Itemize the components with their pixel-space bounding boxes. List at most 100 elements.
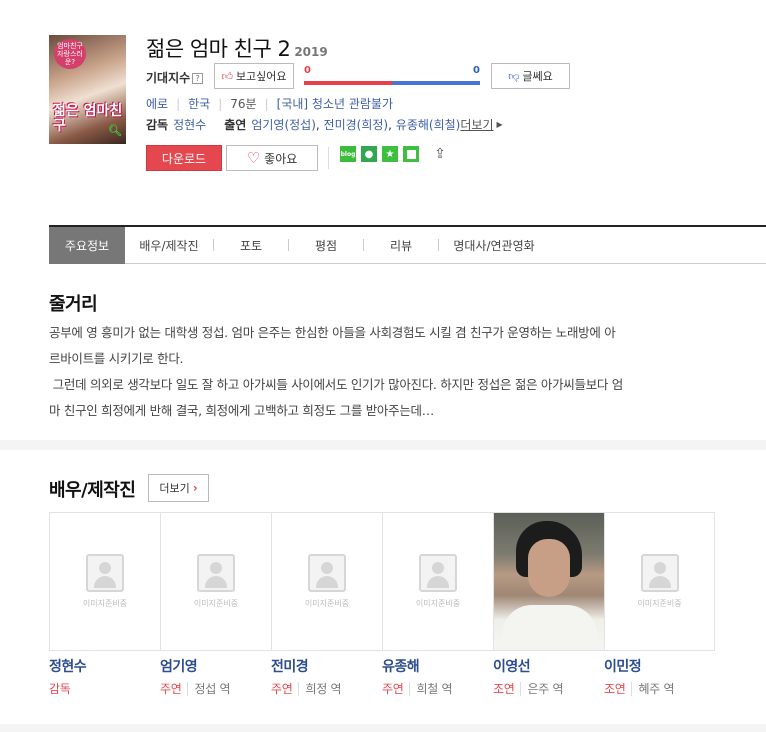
cast-card[interactable]: 이미지준비중 정현수 감독 bbox=[49, 512, 160, 697]
cast-role-line: 주연 정섭 역 bbox=[160, 680, 271, 697]
share-icons: blog ● ★ ⇪ bbox=[340, 146, 448, 162]
age-rating[interactable]: [국내] 청소년 관람불가 bbox=[277, 95, 393, 112]
like-label: 좋아요 bbox=[264, 151, 298, 166]
image-placeholder-text: 이미지준비중 bbox=[193, 599, 239, 608]
director-label: 감독 bbox=[146, 118, 169, 132]
cast-role-line: 감독 bbox=[49, 680, 160, 697]
cast-actor-link[interactable]: 유종해 bbox=[396, 116, 429, 133]
magnify-icon[interactable]: 🔍︎ bbox=[108, 124, 122, 137]
tab-main-info[interactable]: 주요정보 bbox=[49, 227, 125, 264]
square-share-icon[interactable] bbox=[403, 146, 419, 162]
cast-character: 혜주 역 bbox=[631, 682, 675, 696]
cast-character: 은주 역 bbox=[520, 682, 564, 696]
share-icon[interactable]: ⇪ bbox=[432, 146, 448, 162]
cast-role: (희철) bbox=[428, 118, 461, 132]
cast-card[interactable]: 이미지준비중 이민정 조연 혜주 역 bbox=[604, 512, 715, 697]
help-icon[interactable]: ? bbox=[192, 73, 204, 84]
want-to-see-label: 보고싶어요 bbox=[235, 70, 287, 83]
genre-link[interactable]: 에로 bbox=[146, 95, 168, 112]
cast-kind: 조연 bbox=[604, 682, 626, 696]
want-to-see-button[interactable]: 👍︎ 보고싶어요 bbox=[214, 63, 294, 89]
cast-photo-placeholder[interactable]: 이미지준비중 bbox=[271, 512, 382, 651]
synopsis-line: 그런데 의외로 생각보다 일도 잘 하고 아가씨들 사이에서도 인기가 많아진다… bbox=[49, 377, 624, 392]
cast-section-title: 배우/제작진 bbox=[49, 480, 136, 501]
main-tabs: 주요정보 배우/제작진 포토 평점 리뷰 명대사/연관영화 bbox=[49, 225, 766, 264]
cast-separator: , bbox=[315, 117, 320, 132]
cast-role: (정섭) bbox=[284, 118, 316, 132]
credits-more-link[interactable]: 더보기 bbox=[460, 116, 493, 133]
cast-role-line: 주연 희정 역 bbox=[271, 680, 382, 697]
expectation-row: 기대지수? 👍︎ 보고싶어요 0 0 👎︎ 글쎄요 bbox=[146, 63, 576, 89]
not-sure-button[interactable]: 👎︎ 글쎄요 bbox=[491, 63, 570, 89]
gauge-want-fill bbox=[304, 81, 392, 85]
poster-tag: 엄마친구 자랑스러운? bbox=[54, 39, 86, 69]
image-placeholder-text: 이미지준비중 bbox=[82, 599, 128, 608]
download-button[interactable]: 다운로드 bbox=[146, 145, 222, 171]
cast-photo[interactable] bbox=[493, 512, 604, 651]
expectation-label: 기대지수? bbox=[146, 69, 204, 86]
tab-cast-crew[interactable]: 배우/제작진 bbox=[125, 227, 213, 264]
cast-name[interactable]: 이영선 bbox=[493, 656, 604, 676]
synopsis-line: 마 친구인 희정에게 반해 결국, 희정에게 고백하고 희정도 그를 받아주는데… bbox=[49, 403, 434, 418]
movie-meta: 에로 | 한국 | 76분 | [국내] 청소년 관람불가 bbox=[146, 95, 393, 112]
movie-poster[interactable]: 엄마친구 자랑스러운? 젊은 엄마친구 🔍︎ bbox=[49, 35, 126, 144]
cast-label: 출연 bbox=[224, 118, 247, 132]
not-sure-label: 글쎄요 bbox=[522, 70, 553, 83]
cast-name[interactable]: 전미경 bbox=[271, 656, 382, 676]
cast-kind: 주연 bbox=[160, 682, 182, 696]
cast-more-label: 더보기 bbox=[159, 482, 190, 495]
like-button[interactable]: ♡ 좋아요 bbox=[226, 145, 318, 171]
tab-quotes-related[interactable]: 명대사/연관영화 bbox=[439, 227, 549, 264]
gauge-bar bbox=[304, 81, 480, 85]
cast-photo-placeholder[interactable]: 이미지준비중 bbox=[160, 512, 271, 651]
credits-row: 감독 정현수 출연 엄기영 (정섭), 전미경 (희정), 유종해 (희철) 더보기 ▶ bbox=[146, 116, 503, 133]
cast-name[interactable]: 유종해 bbox=[382, 656, 493, 676]
cast-card[interactable]: 이영선 조연 은주 역 bbox=[493, 512, 604, 697]
image-placeholder-text: 이미지준비중 bbox=[304, 599, 350, 608]
country-link[interactable]: 한국 bbox=[188, 95, 210, 112]
person-placeholder-icon bbox=[640, 554, 679, 592]
photo-face bbox=[528, 539, 570, 597]
cast-photo-placeholder[interactable]: 이미지준비중 bbox=[49, 512, 160, 651]
cast-kind: 주연 bbox=[271, 682, 293, 696]
image-placeholder-text: 이미지준비중 bbox=[637, 599, 682, 608]
meta-divider: | bbox=[264, 96, 269, 111]
cast-name[interactable]: 이민정 bbox=[604, 656, 715, 676]
cast-name[interactable]: 엄기영 bbox=[160, 656, 271, 676]
cast-card[interactable]: 이미지준비중 유종해 주연 희철 역 bbox=[382, 512, 493, 697]
cast-separator: , bbox=[388, 117, 392, 132]
cast-role-line: 조연 은주 역 bbox=[493, 680, 604, 697]
tab-rating[interactable]: 평점 bbox=[289, 227, 363, 264]
cast-kind: 주연 bbox=[382, 682, 404, 696]
cast-name[interactable]: 정현수 bbox=[49, 656, 160, 676]
cast-photo-placeholder[interactable]: 이미지준비중 bbox=[382, 512, 493, 651]
synopsis-title: 줄거리 bbox=[49, 294, 98, 315]
cast-more-button[interactable]: 더보기 › bbox=[148, 474, 209, 502]
star-share-icon[interactable]: ★ bbox=[382, 146, 398, 162]
meh-count: 0 bbox=[473, 65, 480, 76]
blog-share-icon[interactable]: blog bbox=[340, 146, 356, 162]
synopsis-line: 르바이트를 시키기로 한다. bbox=[49, 351, 184, 366]
me2day-share-icon[interactable]: ● bbox=[361, 146, 377, 162]
person-placeholder-icon bbox=[308, 554, 346, 592]
action-divider bbox=[328, 147, 329, 169]
cast-role-line: 주연 희철 역 bbox=[382, 680, 493, 697]
tab-review[interactable]: 리뷰 bbox=[364, 227, 438, 264]
cast-character: 희철 역 bbox=[409, 682, 453, 696]
person-placeholder-icon bbox=[419, 554, 457, 592]
image-placeholder-text: 이미지준비중 bbox=[415, 599, 461, 608]
chevron-right-icon: › bbox=[192, 481, 198, 495]
cast-kind: 조연 bbox=[493, 682, 515, 696]
cast-list: 이미지준비중 정현수 감독 이미지준비중 엄기영 주연 정섭 역 이미지준비중 전… bbox=[49, 512, 715, 697]
cast-card[interactable]: 이미지준비중 전미경 주연 희정 역 bbox=[271, 512, 382, 697]
cast-actor-link[interactable]: 엄기영 bbox=[251, 116, 284, 133]
section-divider bbox=[0, 440, 766, 450]
director-link[interactable]: 정현수 bbox=[173, 116, 206, 133]
heart-icon: ♡ bbox=[246, 148, 261, 167]
cast-card[interactable]: 이미지준비중 엄기영 주연 정섭 역 bbox=[160, 512, 271, 697]
cast-photo-placeholder[interactable]: 이미지준비중 bbox=[604, 512, 715, 651]
cast-actor-link[interactable]: 전미경 bbox=[324, 116, 357, 133]
cast-role-line: 조연 혜주 역 bbox=[604, 680, 715, 697]
synopsis-line: 공부에 영 흥미가 없는 대학생 정섭. 엄마 은주는 한심한 아들을 사회경험… bbox=[49, 325, 616, 340]
tab-photo[interactable]: 포토 bbox=[214, 227, 288, 264]
